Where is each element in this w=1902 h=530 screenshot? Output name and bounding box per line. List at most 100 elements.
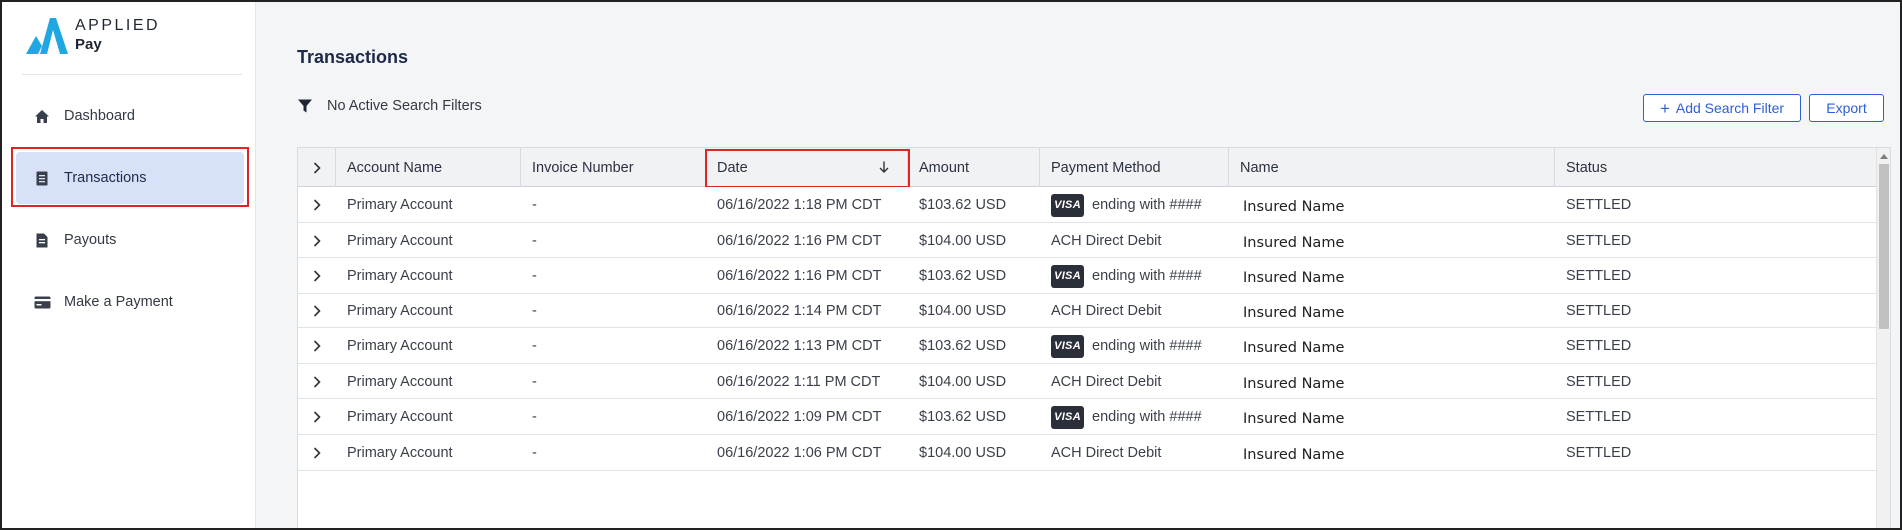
cell-status: SETTLED — [1566, 338, 1632, 354]
cell-date: 06/16/2022 1:16 PM CDT — [717, 268, 882, 284]
table-row[interactable]: Primary Account - 06/16/2022 1:16 PM CDT $1… — [298, 223, 1878, 258]
payment-method-text: ACH Direct Debit — [1051, 303, 1162, 319]
cell-invoice-number: - — [532, 197, 537, 213]
export-button[interactable]: Export — [1809, 94, 1884, 122]
column-header-amount[interactable]: Amount — [908, 148, 1040, 187]
transactions-table: Account Name Invoice Number Date Amount … — [297, 147, 1891, 528]
row-expand-toggle[interactable] — [298, 328, 336, 364]
payment-method-text: ACH Direct Debit — [1051, 445, 1162, 461]
cell-name: Insured Name — [1243, 447, 1345, 463]
row-expand-toggle[interactable] — [298, 258, 336, 294]
row-expand-toggle[interactable] — [298, 399, 336, 435]
table-row[interactable]: Primary Account - 06/16/2022 1:06 PM CDT $1… — [298, 435, 1878, 471]
brand-product: Pay — [75, 36, 102, 53]
cell-date: 06/16/2022 1:13 PM CDT — [717, 338, 882, 354]
column-header-status[interactable]: Status — [1555, 148, 1878, 187]
cell-payment-method: ACH Direct Debit — [1040, 223, 1229, 258]
expand-all-toggle[interactable] — [298, 148, 336, 187]
row-expand-toggle[interactable] — [298, 294, 336, 328]
applied-pay-logo[interactable]: APPLIED Pay — [26, 18, 160, 58]
cell-amount: $104.00 USD — [919, 373, 1007, 390]
sidebar-item-payouts[interactable]: Payouts — [16, 214, 244, 266]
cell-payment-method: VISA ending with #### — [1040, 399, 1229, 435]
credit-card-icon — [32, 292, 52, 312]
filter-icon — [298, 99, 312, 113]
sidebar-item-label: Dashboard — [64, 108, 135, 124]
payment-method-text: ending with #### — [1092, 268, 1202, 284]
cell-account-name: Primary Account — [347, 197, 453, 213]
cell-payment-method: ACH Direct Debit — [1040, 435, 1229, 471]
cell-amount: $103.62 USD — [919, 409, 1007, 425]
cell-date: 06/16/2022 1:11 PM CDT — [717, 373, 881, 390]
cell-invoice-number: - — [532, 409, 537, 425]
table-row[interactable]: Primary Account - 06/16/2022 1:14 PM CDT $1… — [298, 294, 1878, 328]
column-header-name[interactable]: Name — [1229, 148, 1555, 187]
cell-amount: $103.62 USD — [919, 338, 1007, 354]
cell-status: SETTLED — [1566, 197, 1632, 213]
payment-method-text: ACH Direct Debit — [1051, 373, 1162, 390]
table-row[interactable]: Primary Account - 06/16/2022 1:16 PM CDT $1… — [298, 258, 1878, 294]
cell-amount: $103.62 USD — [919, 268, 1007, 284]
cell-amount: $104.00 USD — [919, 303, 1007, 319]
cell-status: SETTLED — [1566, 409, 1632, 425]
cell-status: SETTLED — [1566, 303, 1632, 319]
table-row[interactable]: Primary Account - 06/16/2022 1:09 PM CDT $1… — [298, 399, 1878, 435]
cell-account-name: Primary Account — [347, 409, 453, 425]
sidebar-item-label: Transactions — [64, 170, 147, 186]
payment-method-text: ending with #### — [1092, 338, 1202, 354]
row-expand-toggle[interactable] — [298, 223, 336, 258]
table-row[interactable]: Primary Account - 06/16/2022 1:18 PM CDT $1… — [298, 187, 1878, 223]
cell-amount: $104.00 USD — [919, 445, 1007, 461]
cell-status: SETTLED — [1566, 373, 1632, 390]
cell-name: Insured Name — [1243, 305, 1345, 321]
cell-date: 06/16/2022 1:16 PM CDT — [717, 232, 882, 249]
visa-card-icon: VISA — [1051, 405, 1084, 429]
cell-amount: $104.00 USD — [919, 232, 1007, 249]
row-expand-toggle[interactable] — [298, 435, 336, 471]
cell-date: 06/16/2022 1:09 PM CDT — [717, 409, 882, 425]
chevron-right-icon — [313, 199, 321, 211]
cell-name: Insured Name — [1243, 340, 1345, 356]
add-search-filter-label: Add Search Filter — [1675, 100, 1785, 116]
home-icon — [32, 106, 52, 126]
cell-payment-method: VISA ending with #### — [1040, 328, 1229, 364]
cell-invoice-number: - — [532, 445, 537, 461]
column-header-payment-method[interactable]: Payment Method — [1040, 148, 1229, 187]
sidebar-item-make-a-payment[interactable]: Make a Payment — [16, 276, 244, 328]
chevron-right-icon — [313, 340, 321, 352]
add-search-filter-button[interactable]: + Add Search Filter — [1643, 94, 1801, 122]
column-header-account-name[interactable]: Account Name — [336, 148, 521, 187]
sidebar-item-label: Payouts — [64, 232, 117, 248]
cell-name: Insured Name — [1243, 199, 1345, 215]
chevron-right-icon — [313, 234, 321, 247]
column-header-invoice-number[interactable]: Invoice Number — [521, 148, 706, 187]
cell-account-name: Primary Account — [347, 303, 453, 319]
visa-card-icon: VISA — [1051, 193, 1084, 217]
sidebar-item-dashboard[interactable]: Dashboard — [16, 90, 244, 142]
document-icon — [32, 230, 52, 250]
cell-payment-method: ACH Direct Debit — [1040, 364, 1229, 399]
column-header-date[interactable]: Date — [706, 148, 908, 187]
payment-method-text: ACH Direct Debit — [1051, 232, 1162, 249]
search-filters-status: No Active Search Filters — [297, 98, 482, 114]
table-header: Account Name Invoice Number Date Amount … — [298, 148, 1878, 188]
app-window: APPLIED Pay Dashboard Transactions Payou… — [0, 0, 1902, 530]
cell-status: SETTLED — [1566, 232, 1632, 249]
chevron-right-icon — [313, 411, 321, 423]
cell-amount: $103.62 USD — [919, 197, 1007, 213]
table-row[interactable]: Primary Account - 06/16/2022 1:11 PM CDT $1… — [298, 364, 1878, 399]
cell-name: Insured Name — [1243, 270, 1345, 286]
row-expand-toggle[interactable] — [298, 364, 336, 399]
brand-name: APPLIED — [75, 17, 161, 34]
row-expand-toggle[interactable] — [298, 187, 336, 223]
scroll-up-arrow-icon[interactable] — [1880, 154, 1888, 159]
sidebar-item-label: Make a Payment — [64, 294, 173, 310]
scrollbar-thumb[interactable] — [1879, 164, 1889, 329]
cell-date: 06/16/2022 1:18 PM CDT — [717, 197, 882, 213]
visa-card-icon: VISA — [1051, 264, 1084, 288]
table-scrollbar[interactable] — [1876, 148, 1890, 528]
sidebar: APPLIED Pay Dashboard Transactions Payou… — [2, 2, 256, 528]
sidebar-item-transactions[interactable]: Transactions — [16, 152, 244, 204]
table-row[interactable]: Primary Account - 06/16/2022 1:13 PM CDT $1… — [298, 328, 1878, 364]
cell-account-name: Primary Account — [347, 373, 453, 390]
